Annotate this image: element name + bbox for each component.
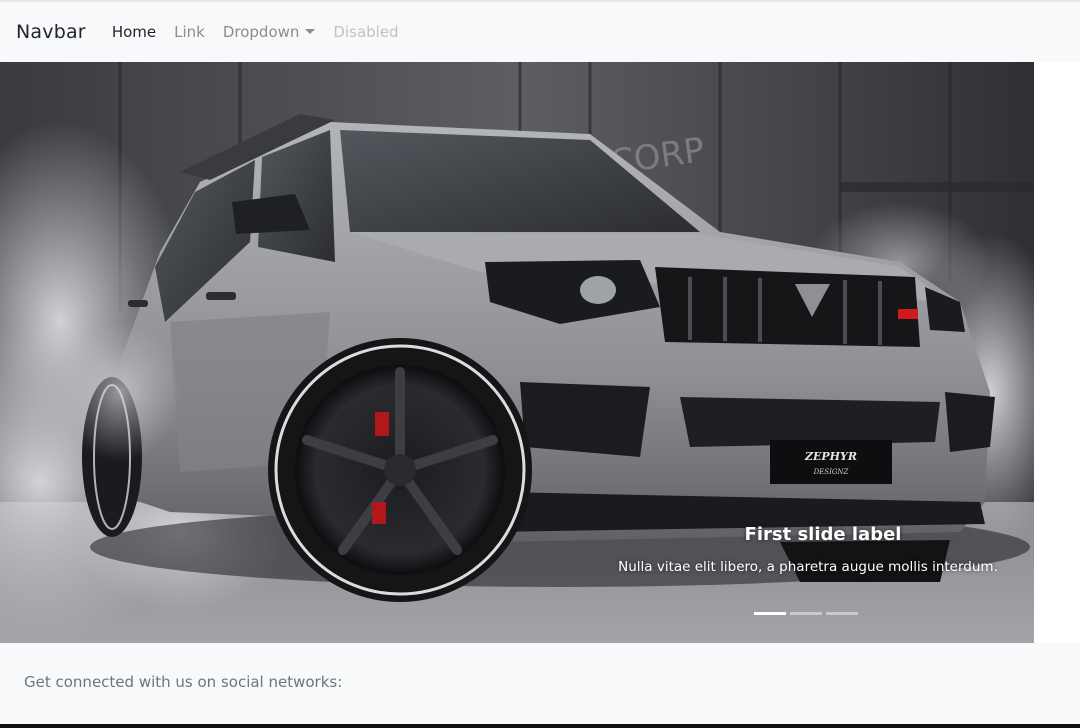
svg-text:DESIGNZ: DESIGNZ: [813, 468, 849, 476]
carousel[interactable]: CORP ZEPHYR DESIGNZ First slide label Nu…: [0, 62, 1034, 643]
nav-dropdown[interactable]: Dropdown: [223, 23, 316, 41]
nav-dropdown-label: Dropdown: [222, 23, 300, 41]
carousel-indicator[interactable]: [826, 612, 858, 615]
nav-link-link[interactable]: Link: [174, 23, 205, 41]
caption-title: First slide label: [744, 524, 902, 545]
carousel-indicator[interactable]: [790, 612, 822, 615]
nav-link-disabled: Disabled: [333, 23, 399, 41]
navbar: Navbar Home Link Dropdown Disabled: [0, 0, 1080, 62]
carousel-indicators: [754, 612, 858, 615]
carousel-indicator[interactable]: [754, 612, 786, 615]
carousel-caption: First slide label Nulla vitae elit liber…: [596, 524, 1020, 575]
caption-text: Nulla vitae elit libero, a pharetra augu…: [618, 559, 998, 575]
nav-link-home[interactable]: Home: [112, 23, 156, 41]
bottom-edge: [0, 724, 1080, 728]
footer: Get connected with us on social networks…: [0, 643, 1080, 724]
navbar-brand[interactable]: Navbar: [16, 21, 86, 43]
footer-social-text: Get connected with us on social networks…: [24, 673, 343, 691]
caret-down-icon: [305, 29, 316, 34]
svg-text:ZEPHYR: ZEPHYR: [804, 450, 857, 463]
